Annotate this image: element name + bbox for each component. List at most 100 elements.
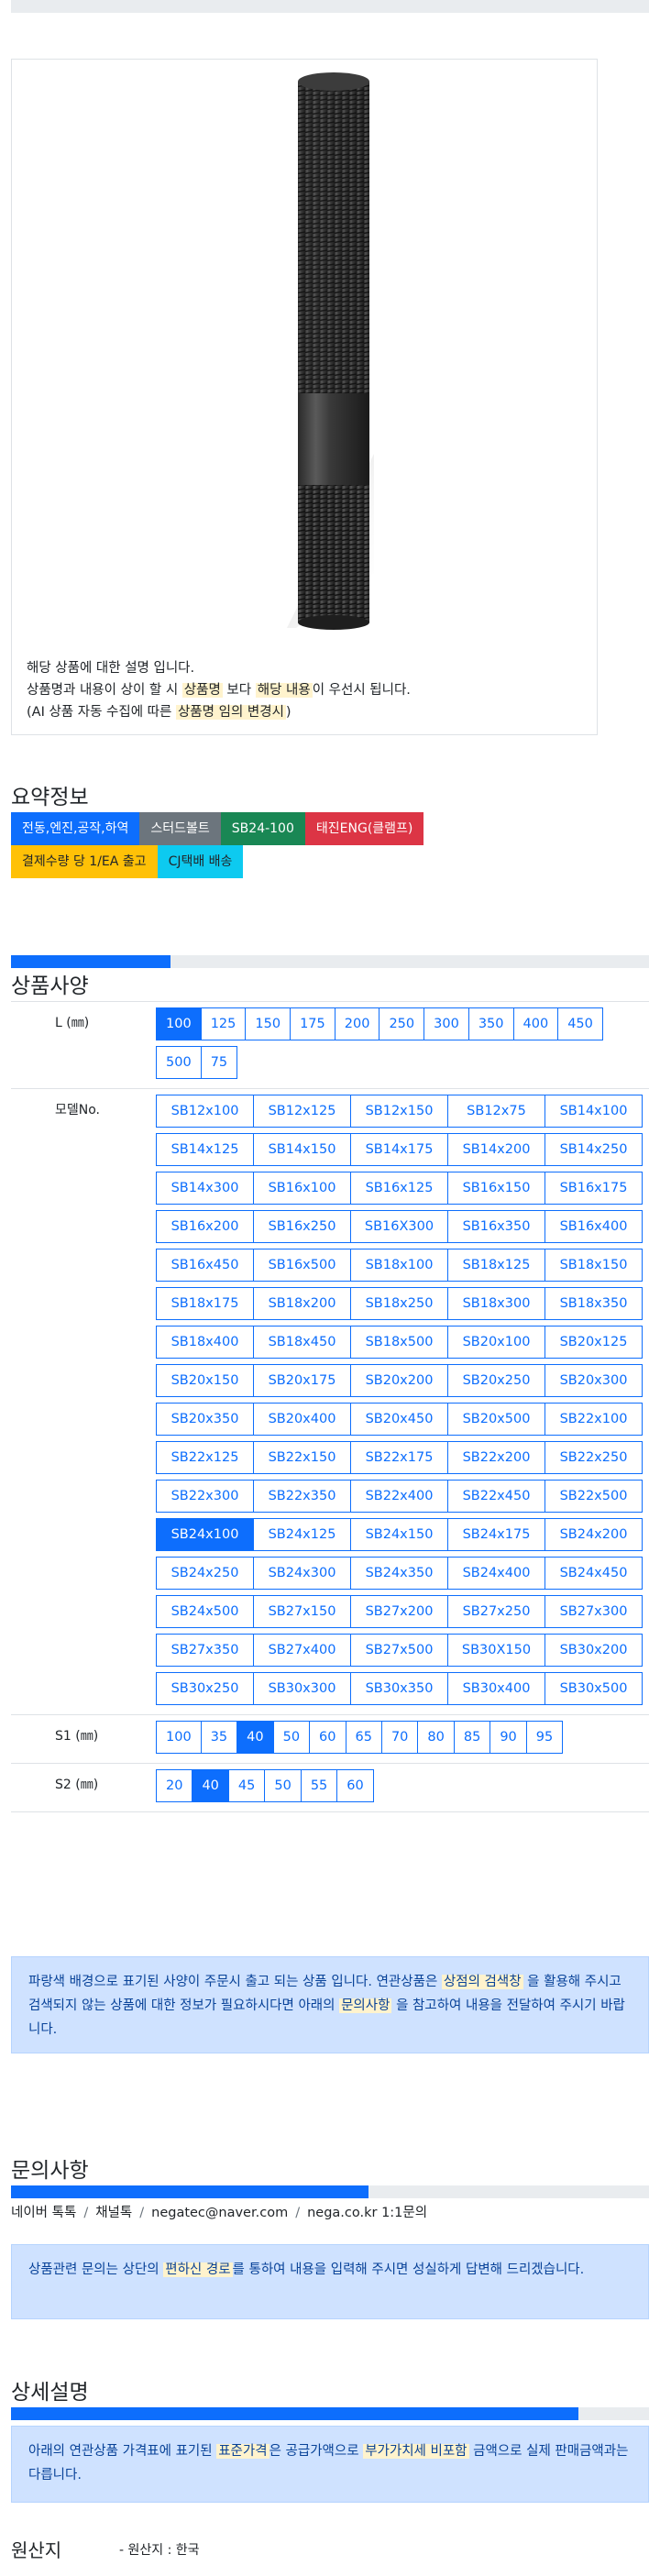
spec-option-button[interactable]: SB16x250 <box>253 1210 351 1243</box>
spec-option-button[interactable]: 500 <box>156 1046 202 1079</box>
spec-option-button[interactable]: SB16x400 <box>544 1210 643 1243</box>
spec-option-button[interactable]: 175 <box>290 1007 336 1040</box>
spec-option-button[interactable]: SB27x350 <box>156 1634 254 1667</box>
spec-option-button[interactable]: 60 <box>309 1721 346 1754</box>
spec-option-button[interactable]: SB30x350 <box>350 1672 448 1705</box>
spec-option-button[interactable]: SB24x150 <box>350 1518 448 1551</box>
spec-option-button[interactable]: 55 <box>300 1769 338 1802</box>
spec-option-button[interactable]: 40 <box>192 1769 229 1802</box>
spec-option-button[interactable]: SB18x175 <box>156 1287 254 1320</box>
spec-option-button[interactable]: SB24x400 <box>447 1557 545 1590</box>
spec-option-button[interactable]: SB16x200 <box>156 1210 254 1243</box>
spec-option-button[interactable]: SB18x250 <box>350 1287 448 1320</box>
spec-option-button[interactable]: SB22x500 <box>544 1480 643 1513</box>
spec-option-button[interactable]: SB22x450 <box>447 1480 545 1513</box>
spec-option-button[interactable]: SB22x125 <box>156 1441 254 1474</box>
spec-option-button[interactable]: SB18x400 <box>156 1326 254 1359</box>
spec-option-button[interactable]: SB30x500 <box>544 1672 643 1705</box>
spec-option-button[interactable]: 125 <box>200 1007 247 1040</box>
spec-option-button[interactable]: SB27x400 <box>253 1634 351 1667</box>
spec-option-button[interactable]: SB16x125 <box>350 1172 448 1205</box>
spec-option-button[interactable]: 45 <box>227 1769 266 1802</box>
spec-option-button[interactable]: 85 <box>453 1721 491 1754</box>
spec-option-button[interactable]: SB14x300 <box>156 1172 254 1205</box>
spec-option-button[interactable]: 50 <box>264 1769 302 1802</box>
spec-option-button[interactable]: SB22x350 <box>253 1480 351 1513</box>
spec-option-button[interactable]: 50 <box>272 1721 311 1754</box>
spec-option-button[interactable]: SB20x500 <box>447 1403 545 1436</box>
spec-option-button[interactable]: SB24x450 <box>544 1557 643 1590</box>
spec-option-button[interactable]: SB20x175 <box>253 1364 351 1397</box>
spec-option-button[interactable]: SB27x300 <box>544 1595 643 1628</box>
spec-option-button[interactable]: 100 <box>156 1721 202 1754</box>
spec-option-button[interactable]: SB30x300 <box>253 1672 351 1705</box>
spec-option-button[interactable]: 80 <box>417 1721 455 1754</box>
spec-option-button[interactable]: SB20x350 <box>156 1403 254 1436</box>
spec-option-button[interactable]: SB22x175 <box>350 1441 448 1474</box>
spec-option-button[interactable]: 350 <box>468 1007 514 1040</box>
spec-option-button[interactable]: 200 <box>334 1007 380 1040</box>
spec-option-button[interactable]: 100 <box>156 1007 202 1040</box>
spec-option-button[interactable]: 20 <box>156 1769 193 1802</box>
spec-option-button[interactable]: SB12x150 <box>350 1095 448 1128</box>
spec-option-button[interactable]: SB20x450 <box>350 1403 448 1436</box>
spec-option-button[interactable]: 150 <box>245 1007 292 1040</box>
spec-option-button[interactable]: SB24x250 <box>156 1557 254 1590</box>
spec-option-button[interactable]: SB20x100 <box>447 1326 545 1359</box>
spec-option-button[interactable]: SB16X300 <box>350 1210 448 1243</box>
spec-option-button[interactable]: SB12x75 <box>447 1095 545 1128</box>
spec-option-button[interactable]: SB22x400 <box>350 1480 448 1513</box>
spec-option-button[interactable]: SB14x150 <box>253 1133 351 1166</box>
spec-option-button[interactable]: SB18x200 <box>253 1287 351 1320</box>
spec-option-button[interactable]: 400 <box>512 1007 559 1040</box>
spec-option-button[interactable]: SB20x150 <box>156 1364 254 1397</box>
spec-option-button[interactable]: SB24x500 <box>156 1595 254 1628</box>
spec-option-button[interactable]: SB27x250 <box>447 1595 545 1628</box>
spec-option-button[interactable]: SB22x200 <box>447 1441 545 1474</box>
spec-option-button[interactable]: SB30x200 <box>544 1634 643 1667</box>
inquiry-link[interactable]: negatec@naver.com <box>151 2206 288 2220</box>
spec-option-button[interactable]: SB16x450 <box>156 1249 254 1282</box>
spec-option-button[interactable]: SB22x150 <box>253 1441 351 1474</box>
spec-option-button[interactable]: 40 <box>236 1721 274 1754</box>
spec-option-button[interactable]: SB30x250 <box>156 1672 254 1705</box>
spec-option-button[interactable]: 70 <box>380 1721 419 1754</box>
spec-option-button[interactable]: SB20x200 <box>350 1364 448 1397</box>
spec-option-button[interactable]: 250 <box>379 1007 425 1040</box>
spec-option-button[interactable]: SB18x500 <box>350 1326 448 1359</box>
spec-option-button[interactable]: SB12x125 <box>253 1095 351 1128</box>
spec-option-button[interactable]: SB27x200 <box>350 1595 448 1628</box>
spec-option-button[interactable]: SB18x125 <box>447 1249 545 1282</box>
spec-option-button[interactable]: SB16x175 <box>544 1172 643 1205</box>
spec-option-button[interactable]: SB16x100 <box>253 1172 351 1205</box>
spec-option-button[interactable]: SB18x150 <box>544 1249 643 1282</box>
spec-option-button[interactable]: SB22x300 <box>156 1480 254 1513</box>
spec-option-button[interactable]: 60 <box>336 1769 374 1802</box>
spec-option-button[interactable]: 75 <box>200 1046 238 1079</box>
spec-option-button[interactable]: SB24x175 <box>447 1518 545 1551</box>
spec-option-button[interactable]: SB30x400 <box>447 1672 545 1705</box>
spec-option-button[interactable]: SB20x400 <box>253 1403 351 1436</box>
spec-option-button[interactable]: SB16x150 <box>447 1172 545 1205</box>
spec-option-button[interactable]: SB14x125 <box>156 1133 254 1166</box>
spec-option-button[interactable]: SB14x175 <box>350 1133 448 1166</box>
spec-option-button[interactable]: SB14x250 <box>544 1133 643 1166</box>
spec-option-button[interactable]: SB20x300 <box>544 1364 643 1397</box>
spec-option-button[interactable]: SB24x100 <box>156 1518 254 1551</box>
spec-option-button[interactable]: SB27x500 <box>350 1634 448 1667</box>
spec-option-button[interactable]: 300 <box>424 1007 469 1040</box>
spec-option-button[interactable]: SB20x250 <box>447 1364 545 1397</box>
spec-option-button[interactable]: SB27x150 <box>253 1595 351 1628</box>
spec-option-button[interactable]: SB20x125 <box>544 1326 643 1359</box>
spec-option-button[interactable]: SB18x300 <box>447 1287 545 1320</box>
spec-option-button[interactable]: SB30X150 <box>447 1634 545 1667</box>
spec-option-button[interactable]: 65 <box>345 1721 382 1754</box>
spec-option-button[interactable]: 90 <box>490 1721 527 1754</box>
inquiry-link[interactable]: 네이버 톡톡 <box>11 2206 76 2220</box>
spec-option-button[interactable]: SB22x100 <box>544 1403 643 1436</box>
spec-option-button[interactable]: SB24x300 <box>253 1557 351 1590</box>
spec-option-button[interactable]: SB24x350 <box>350 1557 448 1590</box>
spec-option-button[interactable]: SB16x350 <box>447 1210 545 1243</box>
spec-option-button[interactable]: SB24x200 <box>544 1518 643 1551</box>
spec-option-button[interactable]: SB18x350 <box>544 1287 643 1320</box>
